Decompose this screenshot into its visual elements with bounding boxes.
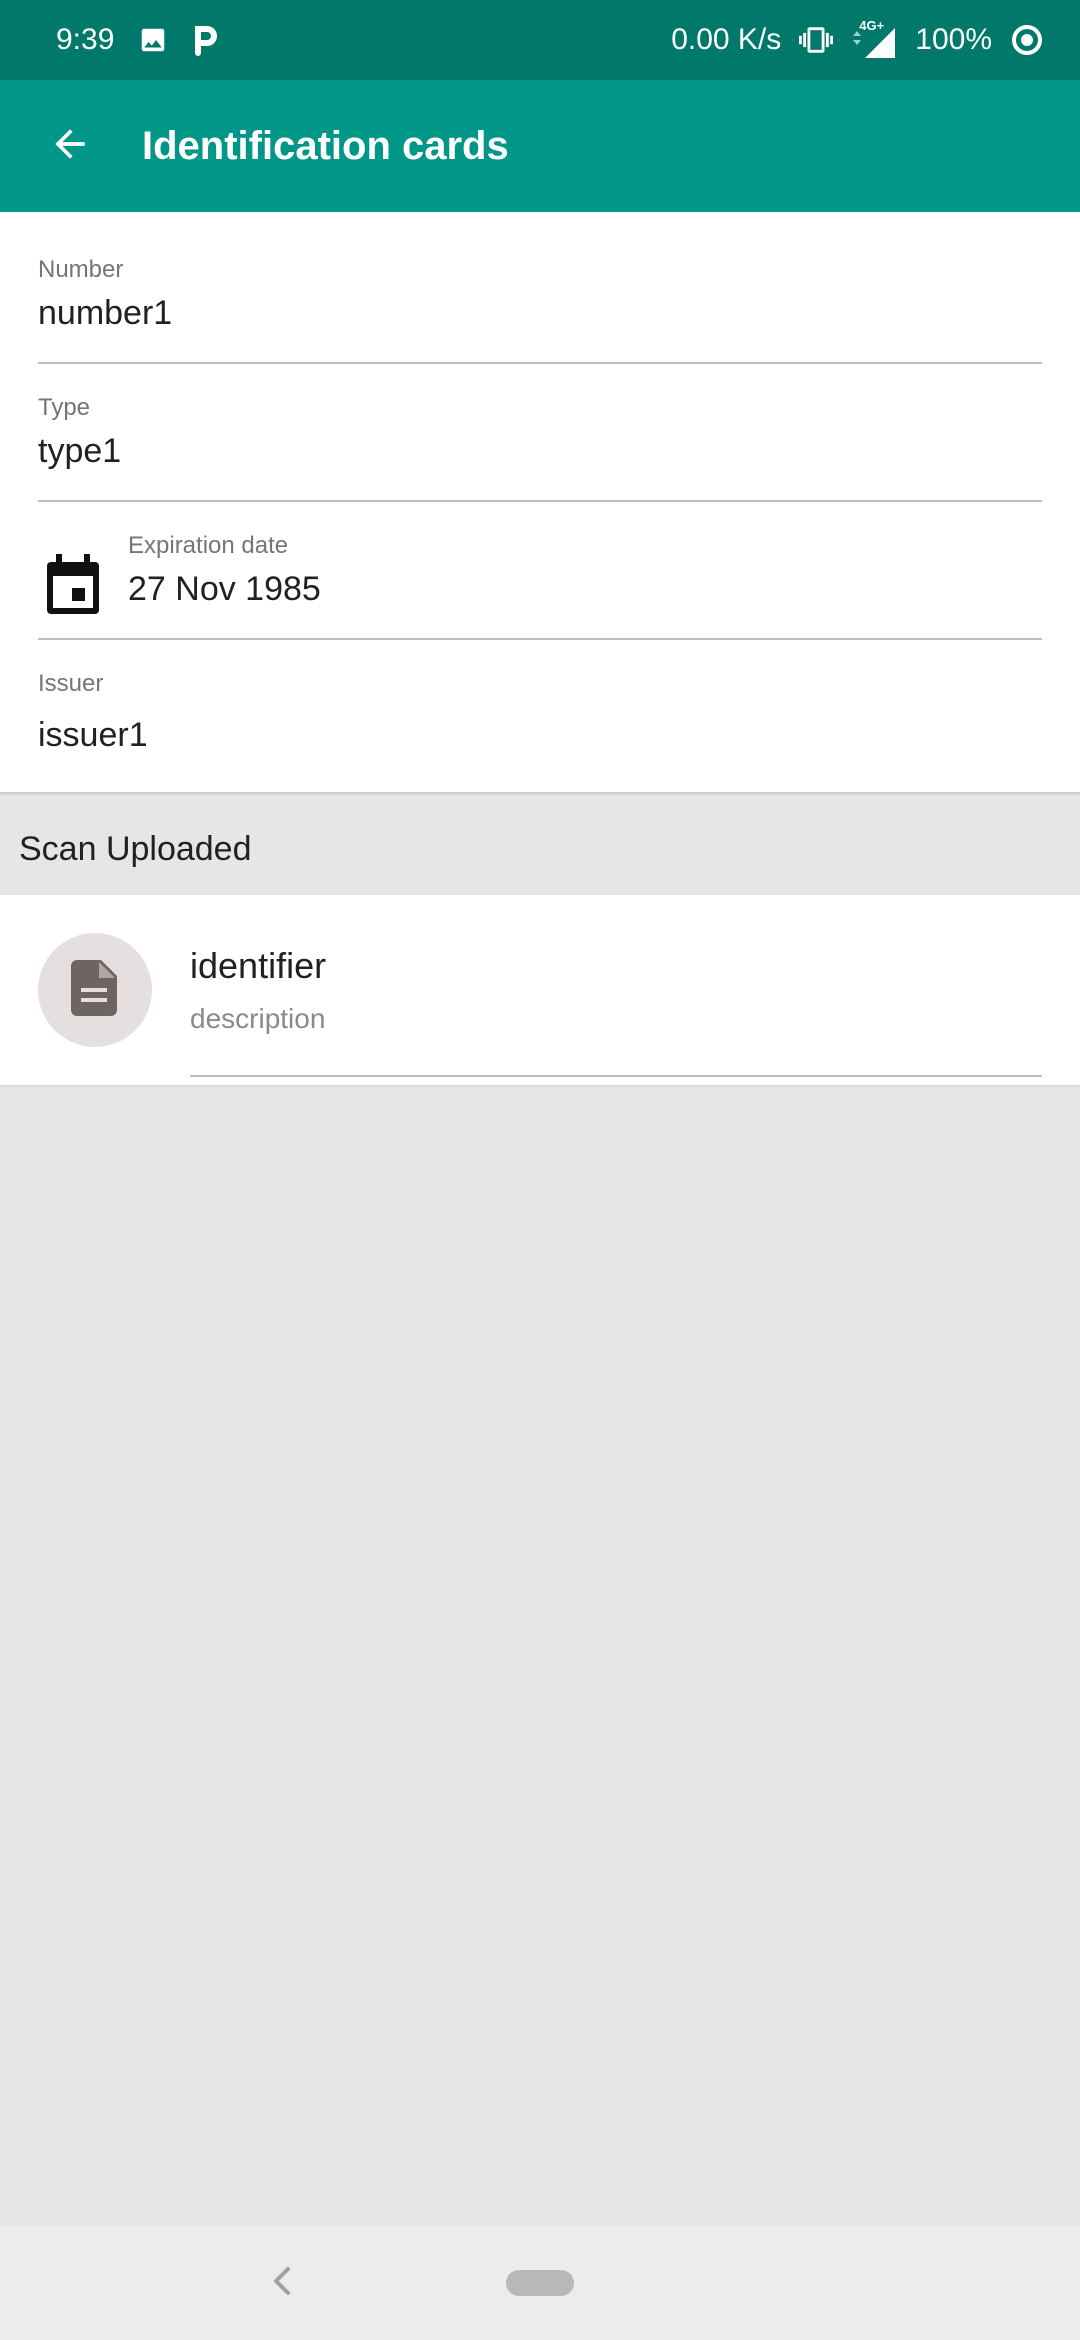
network-speed: 0.00 K/s [671,23,782,56]
network-type: 4G+ [859,18,885,33]
number-field[interactable]: Number number1 [38,256,1042,364]
nav-home-pill[interactable] [506,2270,574,2296]
type-field[interactable]: Type type1 [38,394,1042,502]
scan-avatar [38,933,152,1047]
number-value[interactable]: number1 [38,294,1042,333]
scan-list-item[interactable]: identifier description [0,895,1080,1085]
issuer-value[interactable]: issuer1 [38,716,1042,755]
scan-description: description [190,1003,326,1034]
p-app-icon [192,24,220,56]
vibrate-icon [799,23,834,57]
scan-section-header: Scan Uploaded [19,830,252,868]
scan-identifier: identifier [190,945,327,986]
expiration-date-label: Expiration date [128,532,289,559]
status-bar-left: 9:39 [56,0,220,80]
calendar-icon[interactable] [44,554,102,616]
chevron-left-icon [271,2266,293,2301]
status-bar: 9:39 0.00 K/s 4G+ 100% [0,0,1080,80]
expiration-date-underline [38,638,1042,640]
system-nav-bar [0,2226,1080,2340]
status-bar-right: 0.00 K/s 4G+ 100% [671,0,1044,80]
number-label: Number [38,256,124,283]
expiration-date-value[interactable]: 27 Nov 1985 [128,570,321,609]
issuer-label: Issuer [38,670,104,697]
sync-icon [1010,23,1044,57]
type-label: Type [38,394,91,421]
image-icon [138,25,168,55]
type-underline [38,500,1042,502]
status-time: 9:39 [56,23,115,56]
id-card-form: Number number1 Type type1 Expiration dat… [0,212,1080,792]
expiration-date-text: Expiration date 27 Nov 1985 [128,532,321,609]
scan-divider [190,1075,1042,1077]
signal-icon: 4G+ [851,18,897,60]
nav-back-button[interactable] [262,2256,302,2310]
type-value[interactable]: type1 [38,432,1042,471]
page-title: Identification cards [142,124,509,168]
back-button[interactable] [34,110,106,182]
number-underline [38,362,1042,364]
document-icon [71,959,119,1021]
expiration-date-field[interactable]: Expiration date 27 Nov 1985 [38,532,1042,640]
issuer-field[interactable]: Issuer issuer1 [38,670,1042,754]
arrow-back-icon [48,122,92,171]
app-bar: Identification cards [0,80,1080,212]
battery-level: 100% [915,23,992,56]
